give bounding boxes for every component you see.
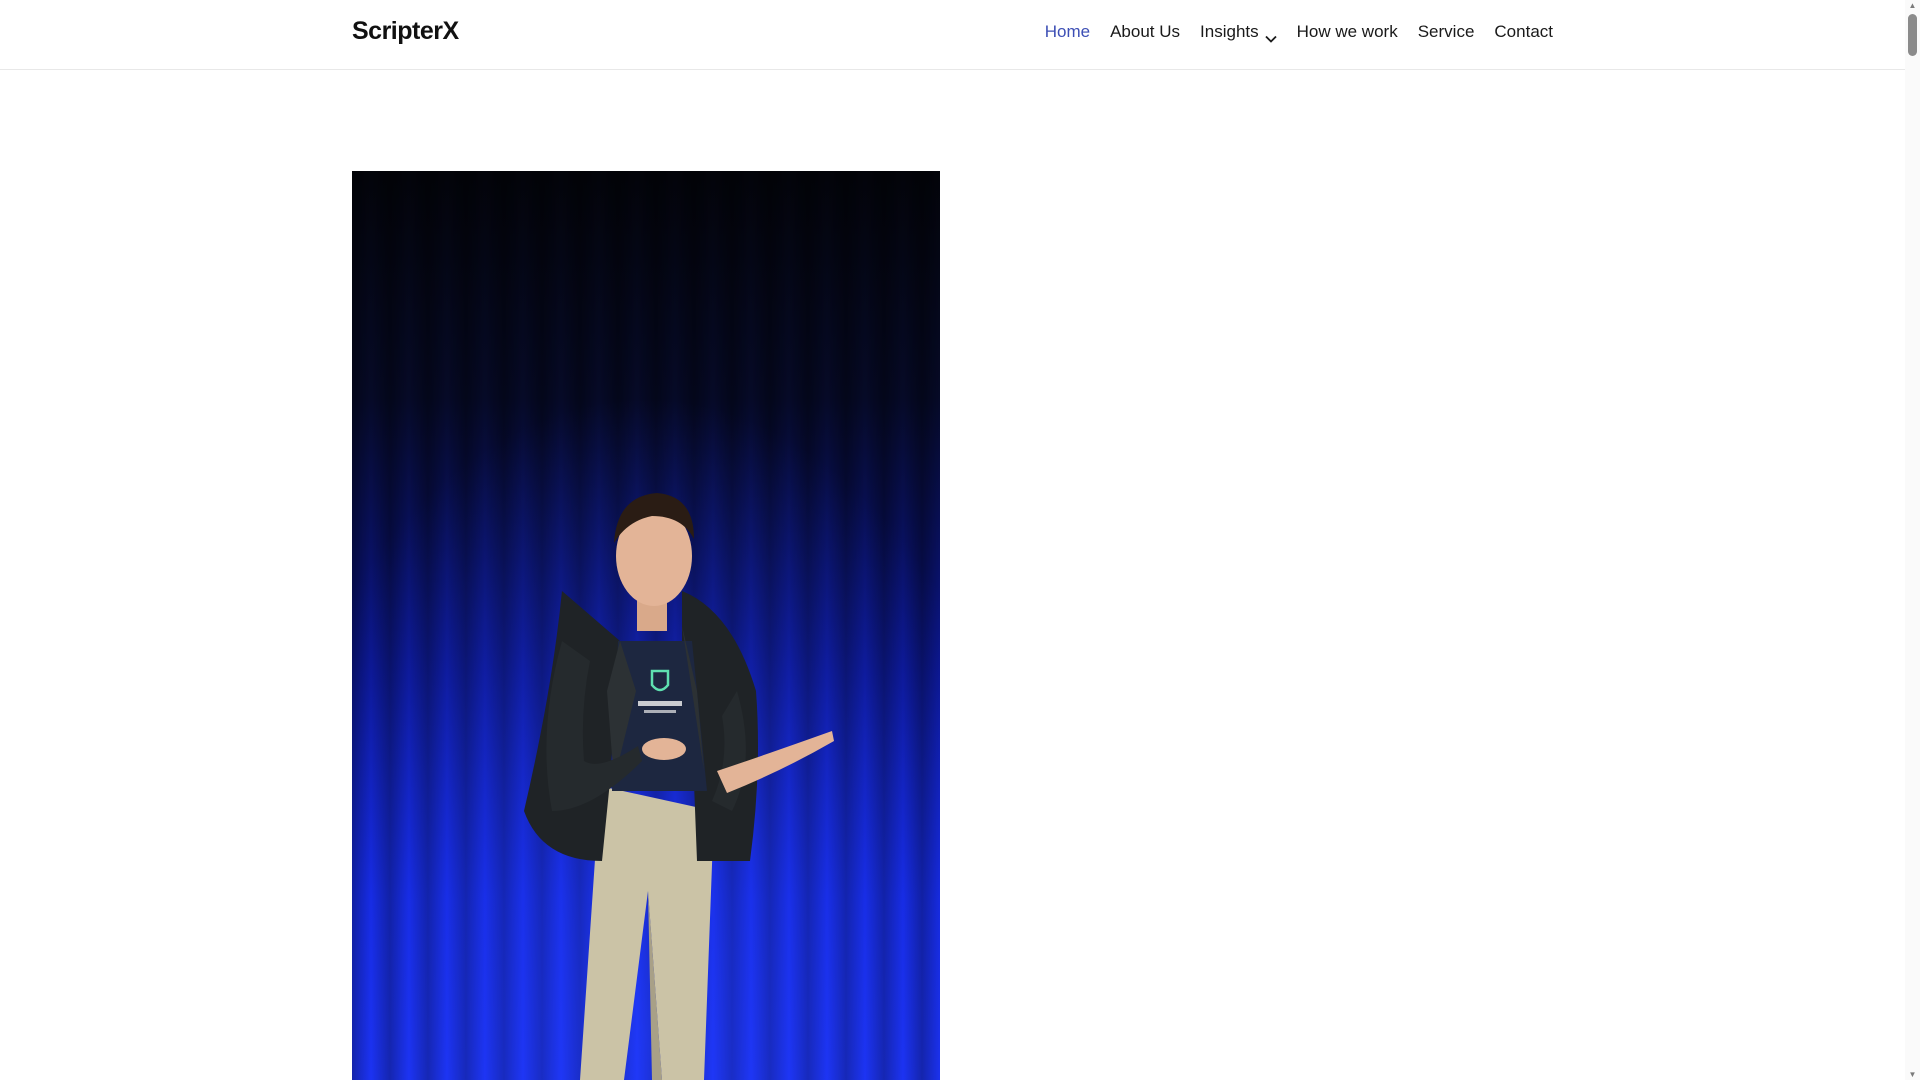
nav-item-label: Service — [1417, 22, 1475, 41]
nav-item-insights[interactable]: Insights — [1200, 22, 1277, 43]
nav-item-service[interactable]: Service — [1418, 22, 1475, 42]
nav-item-label: How we work — [1296, 22, 1398, 41]
hero-image-speaker — [352, 171, 940, 1080]
nav-item-how-we-work[interactable]: How we work — [1297, 22, 1398, 42]
vertical-scrollbar[interactable]: ▲ ▼ — [1905, 0, 1920, 1080]
arrow-up-icon[interactable]: ▲ — [1908, 1, 1917, 10]
nav-item-label: Insights — [1200, 22, 1259, 41]
brand-logo[interactable]: ScripterX — [352, 17, 459, 46]
nav-item-about-us[interactable]: About Us — [1110, 22, 1180, 42]
nav-item-label: Contact — [1494, 22, 1553, 41]
chevron-down-icon[interactable] — [1264, 28, 1277, 43]
arrow-down-icon[interactable]: ▼ — [1908, 1070, 1917, 1079]
nav-item-label: About Us — [1110, 22, 1181, 41]
main-nav: Home About Us Insights How we work Servi… — [1045, 22, 1553, 43]
nav-item-label: Home — [1044, 22, 1091, 41]
speaker-photo — [352, 171, 940, 1080]
site-header: ScripterX Home About Us Insights How we … — [0, 0, 1905, 70]
nav-item-home[interactable]: Home — [1045, 22, 1090, 42]
nav-item-contact[interactable]: Contact — [1494, 22, 1553, 42]
page: ScripterX Home About Us Insights How we … — [0, 0, 1920, 1080]
scrollbar-thumb[interactable] — [1908, 14, 1917, 56]
